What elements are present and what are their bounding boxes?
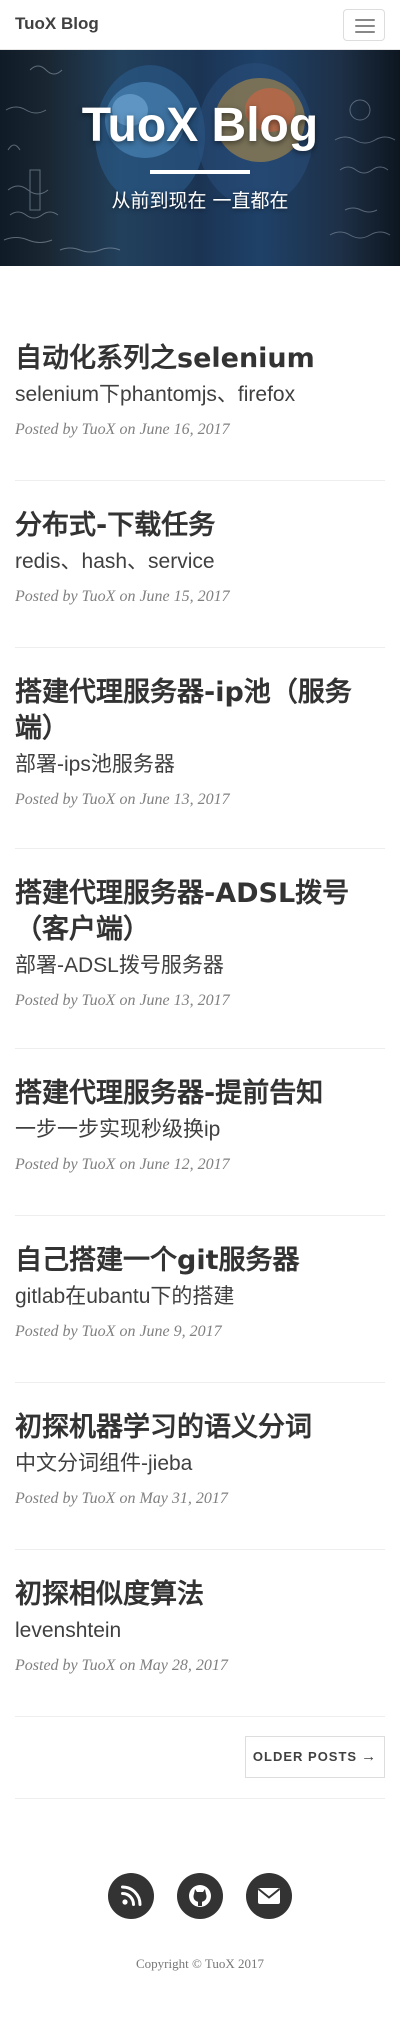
post-meta: Posted by TuoX on May 31, 2017 (15, 1488, 385, 1510)
arrow-right-icon: → (361, 1748, 378, 1765)
post-title[interactable]: 搭建代理服务器-ADSL拨号（客户端） (15, 876, 385, 948)
post-divider (15, 848, 385, 849)
rss-icon (121, 1885, 142, 1906)
site-brand-link[interactable]: TuoX Blog (15, 14, 99, 34)
rss-link[interactable] (108, 1873, 154, 1919)
post-subtitle[interactable]: 一步一步实现秒级换ip (15, 1116, 385, 1144)
post-author[interactable]: TuoX (82, 1323, 116, 1340)
post-preview[interactable]: 初探相似度算法 levenshtein Posted by TuoX on Ma… (15, 1577, 385, 1677)
post-title[interactable]: 自己搭建一个git服务器 (15, 1243, 385, 1279)
email-icon (257, 1888, 281, 1904)
post-meta: Posted by TuoX on May 28, 2017 (15, 1655, 385, 1677)
post-author[interactable]: TuoX (82, 791, 116, 808)
older-posts-label: OLDER POSTS (252, 1749, 358, 1764)
post-divider (15, 1215, 385, 1216)
post-author[interactable]: TuoX (82, 421, 116, 438)
navbar: TuoX Blog (0, 0, 400, 50)
post-title[interactable]: 初探相似度算法 (15, 1577, 385, 1613)
site-title: TuoX Blog (81, 99, 319, 152)
post-preview[interactable]: 自动化系列之selenium selenium下phantomjs、firefo… (15, 341, 385, 441)
post-date: on June 16, 2017 (119, 421, 230, 438)
post-subtitle[interactable]: 部署-ADSL拨号服务器 (15, 952, 385, 980)
post-meta: Posted by TuoX on June 15, 2017 (15, 586, 385, 608)
post-divider (15, 1382, 385, 1383)
header-background-image (3, 63, 396, 253)
post-date: on June 15, 2017 (119, 588, 230, 605)
post-subtitle[interactable]: selenium下phantomjs、firefox (15, 381, 385, 409)
post-subtitle[interactable]: redis、hash、service (15, 548, 385, 576)
post-meta-prefix: Posted by (15, 1156, 82, 1173)
post-meta-prefix: Posted by (15, 1657, 82, 1674)
post-subtitle[interactable]: gitlab在ubantu下的搭建 (15, 1283, 385, 1311)
post-preview[interactable]: 自己搭建一个git服务器 gitlab在ubantu下的搭建 Posted by… (15, 1243, 385, 1343)
post-meta-prefix: Posted by (15, 791, 82, 808)
copyright-text: Copyright © TuoX 2017 (136, 1956, 264, 1971)
hamburger-icon-bar (355, 31, 375, 33)
post-preview[interactable]: 搭建代理服务器-提前告知 一步一步实现秒级换ip Posted by TuoX … (15, 1076, 385, 1176)
post-divider (15, 1549, 385, 1550)
post-divider (15, 647, 385, 648)
post-date: on June 13, 2017 (119, 992, 230, 1009)
github-link[interactable] (177, 1873, 223, 1919)
post-author[interactable]: TuoX (82, 992, 116, 1009)
title-underline (150, 170, 250, 174)
hamburger-icon-bar (355, 25, 375, 27)
post-meta: Posted by TuoX on June 13, 2017 (15, 990, 385, 1012)
post-subtitle[interactable]: 中文分词组件-jieba (15, 1450, 385, 1478)
post-meta: Posted by TuoX on June 16, 2017 (15, 419, 385, 441)
post-title[interactable]: 初探机器学习的语义分词 (15, 1410, 385, 1446)
post-subtitle[interactable]: 部署-ips池服务器 (15, 751, 385, 779)
github-icon (189, 1885, 211, 1907)
email-link[interactable] (246, 1873, 292, 1919)
post-meta: Posted by TuoX on June 13, 2017 (15, 789, 385, 811)
post-divider (15, 1048, 385, 1049)
post-meta-prefix: Posted by (15, 992, 82, 1009)
post-preview[interactable]: 搭建代理服务器-ADSL拨号（客户端） 部署-ADSL拨号服务器 Posted … (15, 876, 385, 1012)
post-meta-prefix: Posted by (15, 588, 82, 605)
post-author[interactable]: TuoX (82, 1490, 116, 1507)
hamburger-icon-bar (355, 19, 375, 21)
footer-divider (15, 1798, 385, 1799)
post-date: on May 31, 2017 (119, 1490, 228, 1507)
site-subtitle: 从前到现在 一直都在 (111, 190, 289, 212)
post-title[interactable]: 搭建代理服务器-提前告知 (15, 1076, 385, 1112)
post-date: on May 28, 2017 (119, 1657, 228, 1674)
menu-toggle-button[interactable] (343, 9, 385, 41)
post-meta-prefix: Posted by (15, 1323, 82, 1340)
post-title[interactable]: 分布式-下载任务 (15, 508, 385, 544)
post-preview[interactable]: 初探机器学习的语义分词 中文分词组件-jieba Posted by TuoX … (15, 1410, 385, 1510)
post-preview[interactable]: 分布式-下载任务 redis、hash、service Posted by Tu… (15, 508, 385, 608)
post-date: on June 12, 2017 (119, 1156, 230, 1173)
post-title[interactable]: 自动化系列之selenium (15, 341, 385, 377)
older-posts-button[interactable]: OLDER POSTS → (245, 1736, 385, 1778)
post-meta: Posted by TuoX on June 12, 2017 (15, 1154, 385, 1176)
post-title[interactable]: 搭建代理服务器-ip池（服务端） (15, 675, 385, 747)
header-banner: TuoX Blog 从前到现在 一直都在 (0, 50, 400, 266)
post-divider (15, 480, 385, 481)
post-meta-prefix: Posted by (15, 421, 82, 438)
post-date: on June 13, 2017 (119, 791, 230, 808)
post-author[interactable]: TuoX (82, 1156, 116, 1173)
post-date: on June 9, 2017 (119, 1323, 222, 1340)
post-preview[interactable]: 搭建代理服务器-ip池（服务端） 部署-ips池服务器 Posted by Tu… (15, 675, 385, 811)
post-meta-prefix: Posted by (15, 1490, 82, 1507)
post-meta: Posted by TuoX on June 9, 2017 (15, 1321, 385, 1343)
post-author[interactable]: TuoX (82, 588, 116, 605)
post-subtitle[interactable]: levenshtein (15, 1617, 385, 1645)
post-author[interactable]: TuoX (82, 1657, 116, 1674)
post-divider (15, 1716, 385, 1717)
